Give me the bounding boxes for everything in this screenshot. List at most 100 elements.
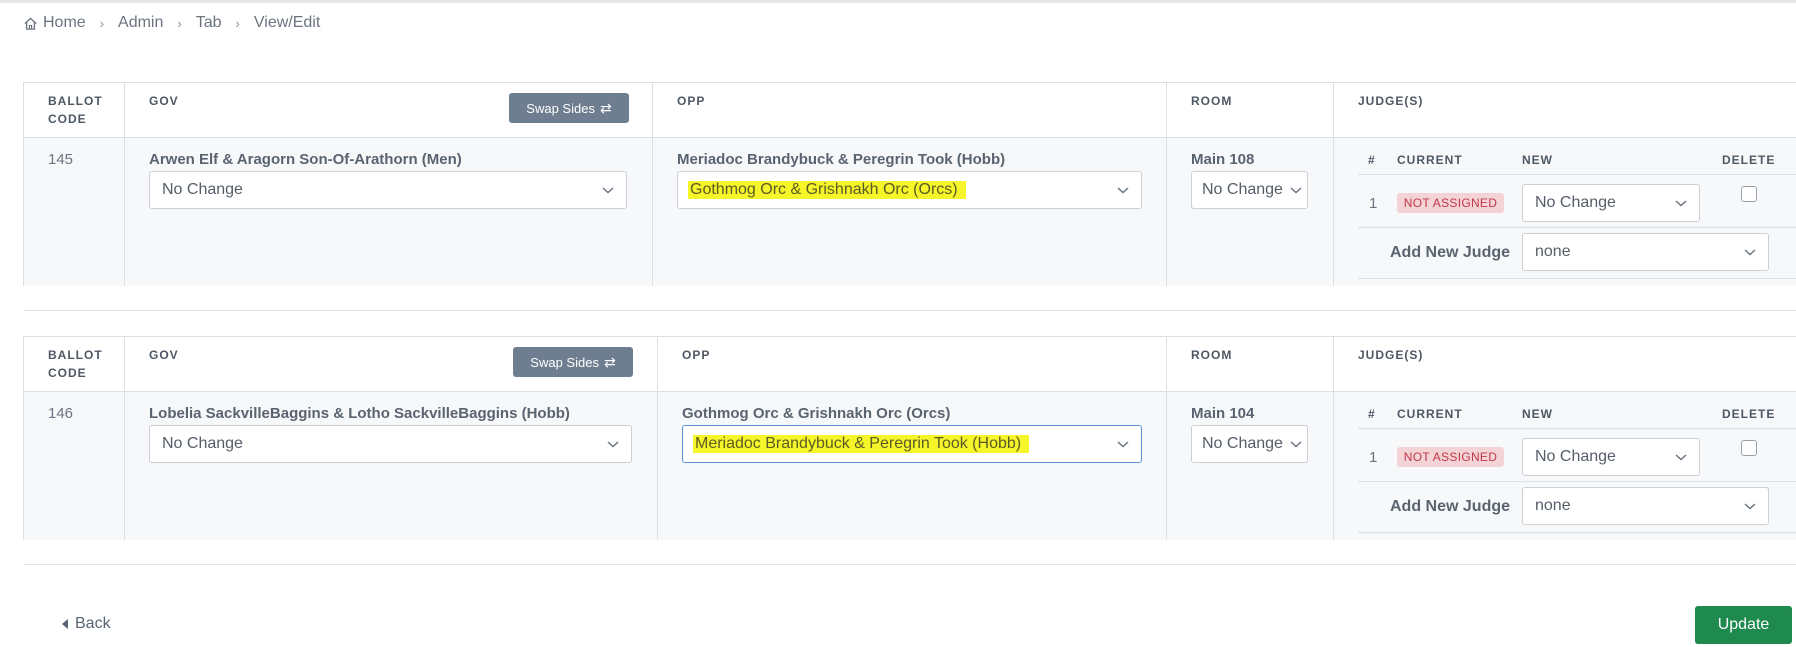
ballot-body-row: 146 Lobelia SackvilleBaggins & Lotho Sac… <box>24 392 1796 540</box>
opp-team-name: Gothmog Orc & Grishnakh Orc (Orcs) <box>682 405 951 422</box>
ballot-divider <box>23 564 1796 565</box>
ballot-code: 146 <box>48 405 74 422</box>
back-label: Back <box>75 615 111 632</box>
update-button[interactable]: Update <box>1695 606 1792 644</box>
judge-row-number: 1 <box>1369 195 1378 212</box>
header-opp: OPP <box>682 348 711 362</box>
chevron-right-icon: › <box>177 15 182 31</box>
add-judge-value: none <box>1535 243 1571 260</box>
col-judges: JUDGE(S) <box>1334 337 1796 391</box>
status-badge: NOT ASSIGNED <box>1397 193 1504 213</box>
ballot-code: 145 <box>48 151 74 168</box>
room-select[interactable]: No Change <box>1191 171 1308 209</box>
judge-col-new: NEW <box>1522 407 1553 421</box>
col-opp: OPP <box>653 83 1167 137</box>
chevron-down-icon <box>1744 249 1756 256</box>
room-select[interactable]: No Change <box>1191 425 1308 463</box>
opp-select-value: Gothmog Orc & Grishnakh Orc (Orcs) <box>688 181 966 199</box>
chevron-down-icon <box>1744 503 1756 510</box>
header-room: ROOM <box>1191 94 1233 108</box>
swap-sides-label: Swap Sides <box>526 100 595 116</box>
swap-arrows-icon: ⇄ <box>599 99 612 116</box>
chevron-right-icon: › <box>235 15 240 31</box>
header-code: CODE <box>48 112 87 126</box>
caret-left-icon <box>62 619 68 629</box>
chevron-down-icon <box>1675 200 1687 207</box>
breadcrumb-tab[interactable]: Tab <box>196 14 222 32</box>
gov-team-select[interactable]: No Change <box>149 425 632 463</box>
header-judges: JUDGE(S) <box>1358 94 1424 108</box>
header-room: ROOM <box>1191 348 1233 362</box>
col-room: ROOM <box>1167 83 1334 137</box>
col-gov: GOV Swap Sides ⇄ <box>125 337 658 391</box>
chevron-down-icon <box>1290 441 1302 448</box>
add-judge-select[interactable]: none <box>1522 487 1769 525</box>
opp-select-value: Meriadoc Brandybuck & Peregrin Took (Hob… <box>693 435 1030 453</box>
ballot-card-146: BALLOT CODE GOV Swap Sides ⇄ OPP ROOM JU… <box>23 336 1796 540</box>
add-new-judge-label: Add New Judge <box>1390 498 1511 515</box>
room-name: Main 104 <box>1191 405 1255 422</box>
judge-col-num: # <box>1368 153 1376 167</box>
judge-col-num: # <box>1368 407 1376 421</box>
add-new-judge-label: Add New Judge <box>1390 244 1511 261</box>
back-link[interactable]: Back <box>62 615 111 633</box>
status-badge: NOT ASSIGNED <box>1397 447 1504 467</box>
chevron-down-icon <box>1675 454 1687 461</box>
breadcrumb-admin[interactable]: Admin <box>118 14 163 32</box>
header-opp: OPP <box>677 94 706 108</box>
new-judge-value: No Change <box>1535 194 1616 211</box>
home-icon[interactable] <box>23 16 38 31</box>
judge-col-delete: DELETE <box>1722 407 1776 421</box>
new-judge-value: No Change <box>1535 448 1616 465</box>
chevron-down-icon <box>1117 441 1129 448</box>
gov-team-select[interactable]: No Change <box>149 171 627 209</box>
gov-select-value: No Change <box>162 435 243 452</box>
swap-sides-button[interactable]: Swap Sides ⇄ <box>513 347 633 377</box>
delete-judge-checkbox[interactable] <box>1741 440 1757 456</box>
ballot-body-row: 145 Arwen Elf & Aragorn Son-Of-Arathorn … <box>24 138 1796 286</box>
col-gov: GOV Swap Sides ⇄ <box>125 83 653 137</box>
delete-judge-checkbox[interactable] <box>1741 186 1757 202</box>
ballot-divider <box>23 310 1796 311</box>
judges-table: # CURRENT NEW DELETE 1 NOT ASSIGNED No C… <box>1334 138 1796 286</box>
new-judge-select[interactable]: No Change <box>1522 184 1700 222</box>
judge-col-delete: DELETE <box>1722 153 1776 167</box>
opp-team-select[interactable]: Meriadoc Brandybuck & Peregrin Took (Hob… <box>682 425 1142 463</box>
gov-team-name: Lobelia SackvilleBaggins & Lotho Sackvil… <box>149 405 570 422</box>
header-judges: JUDGE(S) <box>1358 348 1424 362</box>
col-judges: JUDGE(S) <box>1334 83 1796 137</box>
header-gov: GOV <box>149 94 179 108</box>
header-code: CODE <box>48 366 87 380</box>
col-ballot-code: BALLOT CODE <box>24 337 125 391</box>
add-judge-select[interactable]: none <box>1522 233 1769 271</box>
chevron-down-icon <box>607 441 619 448</box>
breadcrumb-home[interactable]: Home <box>43 14 86 32</box>
col-room: ROOM <box>1167 337 1334 391</box>
chevron-down-icon <box>1290 187 1302 194</box>
ballot-card-145: BALLOT CODE GOV Swap Sides ⇄ OPP ROOM JU… <box>23 82 1796 286</box>
breadcrumb: Home › Admin › Tab › View/Edit <box>23 13 320 33</box>
add-judge-value: none <box>1535 497 1571 514</box>
col-opp: OPP <box>658 337 1167 391</box>
ballot-header-row: BALLOT CODE GOV Swap Sides ⇄ OPP ROOM JU… <box>24 337 1796 392</box>
header-ballot: BALLOT <box>48 348 103 362</box>
swap-sides-button[interactable]: Swap Sides ⇄ <box>509 93 629 123</box>
ballot-header-row: BALLOT CODE GOV Swap Sides ⇄ OPP ROOM JU… <box>24 83 1796 138</box>
judge-col-current: CURRENT <box>1397 153 1463 167</box>
opp-team-name: Meriadoc Brandybuck & Peregrin Took (Hob… <box>677 151 1006 168</box>
judge-col-current: CURRENT <box>1397 407 1463 421</box>
breadcrumb-current: View/Edit <box>253 14 321 31</box>
header-ballot: BALLOT <box>48 94 103 108</box>
room-select-value: No Change <box>1202 435 1283 452</box>
chevron-down-icon <box>602 187 614 194</box>
judge-row-number: 1 <box>1369 449 1378 466</box>
room-name: Main 108 <box>1191 151 1255 168</box>
swap-arrows-icon: ⇄ <box>603 353 616 370</box>
header-gov: GOV <box>149 348 179 362</box>
col-ballot-code: BALLOT CODE <box>24 83 125 137</box>
swap-sides-label: Swap Sides <box>530 354 599 370</box>
judge-col-new: NEW <box>1522 153 1553 167</box>
judges-table: # CURRENT NEW DELETE 1 NOT ASSIGNED No C… <box>1334 392 1796 540</box>
new-judge-select[interactable]: No Change <box>1522 438 1700 476</box>
opp-team-select[interactable]: Gothmog Orc & Grishnakh Orc (Orcs) <box>677 171 1142 209</box>
